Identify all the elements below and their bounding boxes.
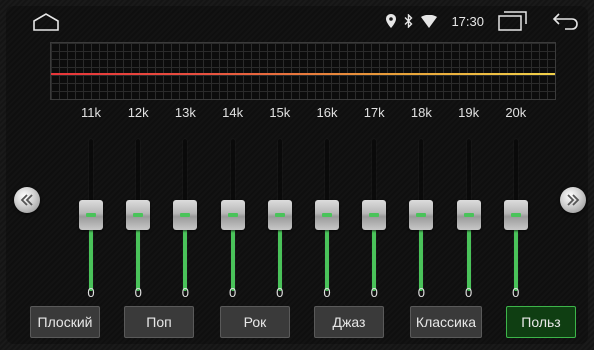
spectrum-curve (51, 73, 555, 75)
eq-band-18k: 18k 0 (401, 105, 441, 305)
eq-band-16k: 16k 0 (307, 105, 347, 305)
preset-button-5[interactable]: Классика (410, 306, 482, 338)
band-slider-fill (325, 223, 329, 291)
band-gain-value: 0 (464, 285, 473, 300)
band-slider-handle[interactable] (456, 200, 481, 230)
eq-band-19k: 19k 0 (449, 105, 489, 305)
preset-button-4[interactable]: Джаз (314, 306, 384, 338)
band-frequency-label: 18k (410, 105, 432, 120)
recent-apps-icon[interactable] (498, 11, 528, 31)
wifi-icon (421, 14, 438, 28)
band-gain-value: 0 (370, 285, 378, 300)
band-gain-value: 0 (323, 285, 331, 300)
band-gain-value: 0 (87, 285, 95, 300)
chevron-double-left-icon (20, 194, 33, 206)
band-frequency-label: 11k (81, 105, 101, 120)
band-gain-value: 0 (417, 285, 425, 300)
band-slider-handle[interactable] (126, 200, 151, 230)
band-frequency-label: 17k (363, 105, 385, 120)
band-frequency-label: 14k (222, 105, 244, 120)
band-slider-fill (136, 223, 141, 291)
band-frequency-label: 20k (505, 105, 527, 120)
band-frequency-label: 19k (458, 105, 480, 120)
preset-button-6[interactable]: Польз (506, 306, 576, 338)
status-icons: 17:30 (386, 10, 582, 32)
band-slider-fill (372, 223, 377, 291)
band-slider-handle[interactable] (79, 200, 103, 230)
spectrum-display (50, 42, 556, 100)
next-page-button[interactable] (560, 187, 586, 213)
band-slider-handle[interactable] (220, 200, 245, 230)
band-slider-fill (183, 223, 188, 291)
preset-button-3[interactable]: Рок (220, 306, 290, 338)
status-bar: 17:30 (0, 0, 594, 40)
band-gain-value: 0 (228, 285, 237, 300)
band-gain-value: 0 (134, 285, 142, 300)
eq-band-17k: 17k 0 (354, 105, 394, 305)
eq-band-11k: 11k 0 (71, 105, 111, 305)
band-slider-fill (466, 223, 471, 291)
band-slider-fill (230, 223, 235, 291)
band-slider-fill (89, 223, 93, 291)
band-gain-value: 0 (512, 285, 520, 300)
eq-band-12k: 12k 0 (118, 105, 158, 305)
band-slider-fill (513, 223, 518, 291)
eq-band-14k: 14k 0 (213, 105, 253, 305)
band-slider-handle[interactable] (503, 200, 528, 230)
clock: 17:30 (451, 13, 484, 29)
prev-page-button[interactable] (14, 187, 40, 213)
location-icon (386, 14, 397, 28)
band-slider-handle[interactable] (173, 200, 198, 230)
band-frequency-label: 15k (269, 105, 291, 120)
back-icon[interactable] (552, 12, 578, 30)
band-slider-fill (277, 223, 282, 291)
home-icon[interactable] (32, 12, 60, 32)
band-frequency-label: 13k (174, 105, 196, 120)
band-frequency-label: 12k (127, 105, 149, 120)
band-slider-handle[interactable] (409, 200, 434, 230)
preset-button-2[interactable]: Поп (124, 306, 194, 338)
chevron-double-right-icon (567, 194, 580, 206)
eq-band-15k: 15k 0 (260, 105, 300, 305)
preset-bar: Плоский Поп Рок Джаз Классика Польз (30, 306, 576, 340)
band-gain-value: 0 (276, 285, 284, 300)
bluetooth-icon (404, 14, 413, 28)
band-slider-handle[interactable] (315, 200, 339, 230)
band-frequency-label: 16k (316, 105, 338, 120)
eq-band-13k: 13k 0 (165, 105, 205, 305)
band-slider-fill (419, 223, 424, 291)
eq-band-20k: 20k 0 (496, 105, 536, 305)
band-slider-handle[interactable] (362, 200, 387, 230)
preset-button-1[interactable]: Плоский (30, 306, 100, 338)
band-gain-value: 0 (181, 285, 189, 300)
band-slider-handle[interactable] (267, 200, 292, 230)
